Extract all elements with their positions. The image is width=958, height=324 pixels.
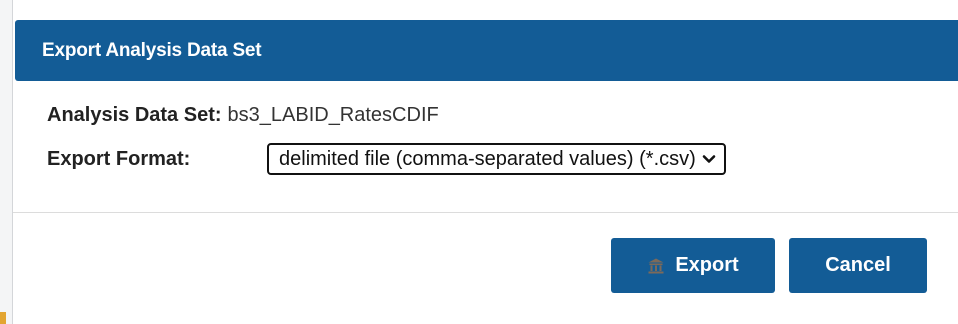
cancel-button-label: Cancel	[825, 254, 891, 276]
format-label: Export Format:	[47, 147, 191, 170]
format-row: Export Format: delimited file (comma-sep…	[47, 143, 726, 175]
dialog-title: Export Analysis Data Set	[42, 39, 262, 61]
export-format-select[interactable]: delimited file (comma-separated values) …	[267, 143, 726, 175]
cancel-button[interactable]: Cancel	[789, 238, 927, 293]
chevron-down-icon	[702, 152, 716, 166]
dataset-value: bs3_LABID_RatesCDIF	[227, 104, 439, 126]
export-format-selected: delimited file (comma-separated values) …	[279, 147, 696, 170]
export-button[interactable]: Export	[611, 238, 775, 293]
background-accent	[0, 312, 6, 324]
dialog-top-margin	[13, 0, 958, 18]
dataset-row: Analysis Data Set: bs3_LABID_RatesCDIF	[47, 104, 439, 127]
background-strip	[0, 0, 12, 324]
screen: Export Analysis Data Set Analysis Data S…	[0, 0, 958, 324]
export-button-label: Export	[675, 254, 739, 276]
bank-icon	[647, 257, 665, 275]
footer-divider	[13, 212, 958, 213]
export-dialog: Export Analysis Data Set Analysis Data S…	[12, 0, 958, 324]
dialog-header: Export Analysis Data Set	[15, 20, 958, 81]
dataset-label: Analysis Data Set:	[47, 104, 222, 126]
dialog-body: Analysis Data Set: bs3_LABID_RatesCDIF E…	[13, 82, 958, 214]
